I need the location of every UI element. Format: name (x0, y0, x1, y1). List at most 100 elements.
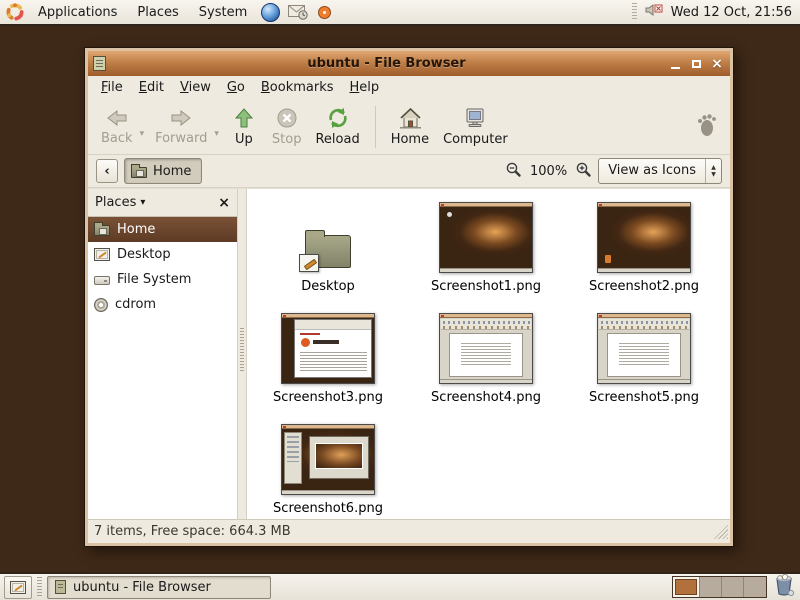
home-folder-icon (94, 225, 110, 236)
back-button[interactable]: Back (94, 105, 140, 148)
sidebar-item-desktop[interactable]: Desktop (88, 242, 237, 267)
workspace-4[interactable] (744, 577, 766, 597)
file-thumbnail (439, 313, 533, 384)
gnome-logo-icon (696, 113, 718, 141)
computer-button[interactable]: Computer (436, 104, 515, 149)
file-item-screenshot4[interactable]: Screenshot4.png (407, 308, 565, 405)
workspace-1[interactable] (673, 577, 700, 597)
toolbar-separator (375, 106, 376, 148)
file-item-screenshot3[interactable]: Screenshot3.png (249, 308, 407, 405)
view-mode-select[interactable]: View as Icons ▲▼ (598, 158, 722, 184)
zoom-level: 100% (528, 164, 569, 179)
sidebar-title[interactable]: Places (95, 195, 136, 210)
window-title: ubuntu - File Browser (106, 56, 667, 71)
places-sidebar: Places ▾ × Home Desktop File System (88, 189, 238, 519)
ubuntu-logo-icon[interactable] (4, 2, 25, 23)
window-content: Places ▾ × Home Desktop File System (88, 188, 730, 519)
task-button-file-browser[interactable]: ubuntu - File Browser (47, 576, 271, 599)
file-name: Screenshot4.png (431, 390, 541, 405)
file-name: Screenshot6.png (273, 501, 383, 516)
file-thumbnail (597, 313, 691, 384)
sidebar-item-cdrom[interactable]: cdrom (88, 292, 237, 317)
help-icon[interactable] (314, 2, 335, 23)
forward-button[interactable]: Forward (148, 105, 214, 148)
close-button[interactable]: × (709, 56, 725, 71)
show-desktop-button[interactable] (4, 576, 32, 599)
zoom-in-button[interactable] (575, 161, 592, 182)
stop-button[interactable]: Stop (265, 104, 309, 149)
window-icon (55, 580, 66, 594)
file-thumbnail (281, 313, 375, 384)
file-item-screenshot1[interactable]: Screenshot1.png (407, 197, 565, 294)
toolbar: Back ▾ Forward ▾ Up Stop (88, 99, 730, 155)
file-item-screenshot2[interactable]: Screenshot2.png (565, 197, 723, 294)
minimize-icon (671, 58, 680, 69)
home-folder-icon (131, 167, 147, 178)
file-name: Screenshot1.png (431, 279, 541, 294)
workspace-2[interactable] (700, 577, 722, 597)
workspace-switcher[interactable] (672, 576, 767, 598)
menu-bookmarks[interactable]: Bookmarks (253, 78, 342, 97)
minimize-button[interactable] (667, 56, 683, 71)
clock[interactable]: Wed 12 Oct, 21:56 (671, 5, 796, 20)
desktop: Applications Places System (0, 0, 800, 600)
file-item-screenshot5[interactable]: Screenshot5.png (565, 308, 723, 405)
panel-left: Applications Places System (4, 2, 335, 23)
file-name: Screenshot5.png (589, 390, 699, 405)
titlebar[interactable]: ubuntu - File Browser × (88, 51, 730, 76)
chevron-down-icon[interactable]: ▾ (140, 197, 145, 208)
taskbar-grip[interactable] (37, 577, 42, 597)
maximize-button[interactable] (688, 56, 704, 71)
back-dropdown-icon[interactable]: ▾ (140, 129, 145, 139)
workspace-3[interactable] (722, 577, 744, 597)
file-view[interactable]: Desktop Screenshot1.png Screenshot2.png (247, 189, 730, 519)
file-thumbnail (281, 424, 375, 495)
window-icon (93, 56, 106, 71)
menu-file[interactable]: File (93, 78, 131, 97)
desktop-icon (10, 581, 26, 594)
status-text: 7 items, Free space: 664.3 MB (94, 524, 291, 539)
forward-dropdown-icon[interactable]: ▾ (214, 129, 219, 139)
home-icon (397, 106, 423, 130)
sidebar-close-button[interactable]: × (218, 195, 230, 211)
file-name: Desktop (301, 279, 355, 294)
web-browser-icon[interactable] (260, 2, 281, 23)
path-back-button[interactable]: ‹ (96, 159, 118, 183)
mail-clock-icon[interactable] (287, 2, 308, 23)
menu-help[interactable]: Help (342, 78, 388, 97)
computer-icon (462, 106, 488, 130)
zoom-out-button[interactable] (505, 161, 522, 182)
file-name: Screenshot3.png (273, 390, 383, 405)
menu-go[interactable]: Go (219, 78, 253, 97)
sidebar-resize-handle[interactable] (238, 189, 247, 519)
volume-muted-icon[interactable] (645, 3, 663, 21)
menu-applications[interactable]: Applications (31, 3, 124, 22)
reload-button[interactable]: Reload (308, 104, 366, 149)
file-thumbnail (439, 202, 533, 273)
trash-icon[interactable] (772, 573, 796, 600)
up-button[interactable]: Up (223, 104, 265, 149)
menu-system[interactable]: System (192, 3, 254, 22)
up-icon (232, 106, 256, 130)
reload-icon (325, 106, 351, 130)
combo-arrows-icon: ▲▼ (705, 159, 721, 183)
sidebar-item-file-system[interactable]: File System (88, 267, 237, 292)
home-button[interactable]: Home (384, 104, 436, 149)
file-item-desktop[interactable]: Desktop (249, 197, 407, 294)
stop-icon (275, 106, 299, 130)
back-icon (105, 107, 129, 129)
menu-places[interactable]: Places (130, 3, 185, 22)
menu-view[interactable]: View (172, 78, 219, 97)
sidebar-item-home[interactable]: Home (88, 217, 237, 242)
desktop-icon (94, 248, 110, 261)
panel-right: Wed 12 Oct, 21:56 (632, 3, 796, 21)
file-item-screenshot6[interactable]: Screenshot6.png (249, 419, 407, 516)
path-home-button[interactable]: Home (124, 158, 202, 184)
status-bar: 7 items, Free space: 664.3 MB (88, 519, 730, 543)
menu-edit[interactable]: Edit (131, 78, 172, 97)
file-browser-window: ubuntu - File Browser × File Edit View G… (85, 48, 733, 546)
panel-grip[interactable] (632, 3, 637, 21)
resize-grip[interactable] (713, 524, 728, 539)
cdrom-icon (94, 298, 108, 312)
top-panel: Applications Places System (0, 0, 800, 26)
